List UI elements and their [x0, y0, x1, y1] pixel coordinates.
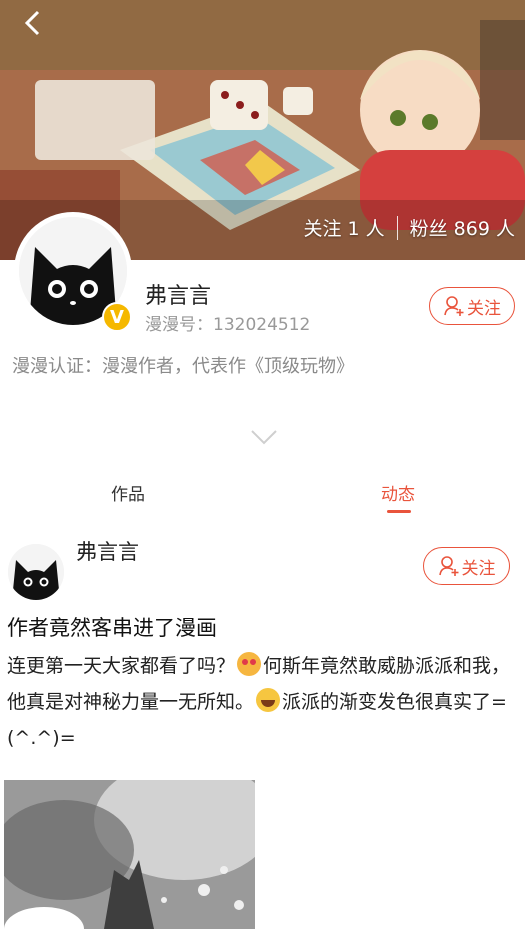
add-user-icon [438, 556, 458, 576]
back-button[interactable] [18, 8, 52, 42]
post-image[interactable] [4, 780, 255, 929]
expand-profile-button[interactable] [250, 428, 278, 446]
follow-stats: 关注 1 人 粉丝 869 人 [303, 214, 515, 241]
fans-count[interactable]: 粉丝 869 人 [410, 214, 515, 241]
black-cat-avatar-image [8, 544, 64, 600]
verified-badge: V [102, 302, 132, 332]
post-body-text-1: 连更第一天大家都看了吗？ [7, 655, 236, 677]
post-author-name[interactable]: 弗言言 [76, 536, 139, 566]
active-tab-indicator [387, 510, 411, 513]
chevron-left-icon [24, 10, 40, 36]
post-title[interactable]: 作者竟然客串进了漫画 [7, 612, 217, 642]
author-id: 漫漫号：132024512 [145, 315, 311, 335]
add-user-icon [444, 296, 464, 316]
post-body[interactable]: 连更第一天大家都看了吗？ 何斯年竟然敢威胁派派和我，他真是对神秘力量一无所知。 派派… [7, 648, 519, 756]
author-name: 弗言言 [145, 284, 212, 309]
post-follow-button-label: 关注 [461, 558, 496, 579]
heart-eyes-emoji-icon [237, 652, 262, 676]
follow-button[interactable]: 关注 [429, 287, 515, 325]
post-author-avatar[interactable] [8, 544, 64, 600]
stats-divider [396, 215, 398, 240]
author-certification: 漫漫认证：漫漫作者，代表作《顶级玩物》 [12, 356, 354, 377]
tab-dynamic[interactable]: 动态 [381, 480, 415, 505]
grinning-emoji-icon [256, 688, 281, 712]
chevron-down-icon [251, 430, 277, 445]
tab-works[interactable]: 作品 [111, 480, 145, 505]
following-count[interactable]: 关注 1 人 [303, 214, 384, 241]
post-image-artwork [4, 780, 255, 929]
post-follow-button[interactable]: 关注 [423, 547, 510, 585]
follow-button-label: 关注 [467, 298, 501, 319]
